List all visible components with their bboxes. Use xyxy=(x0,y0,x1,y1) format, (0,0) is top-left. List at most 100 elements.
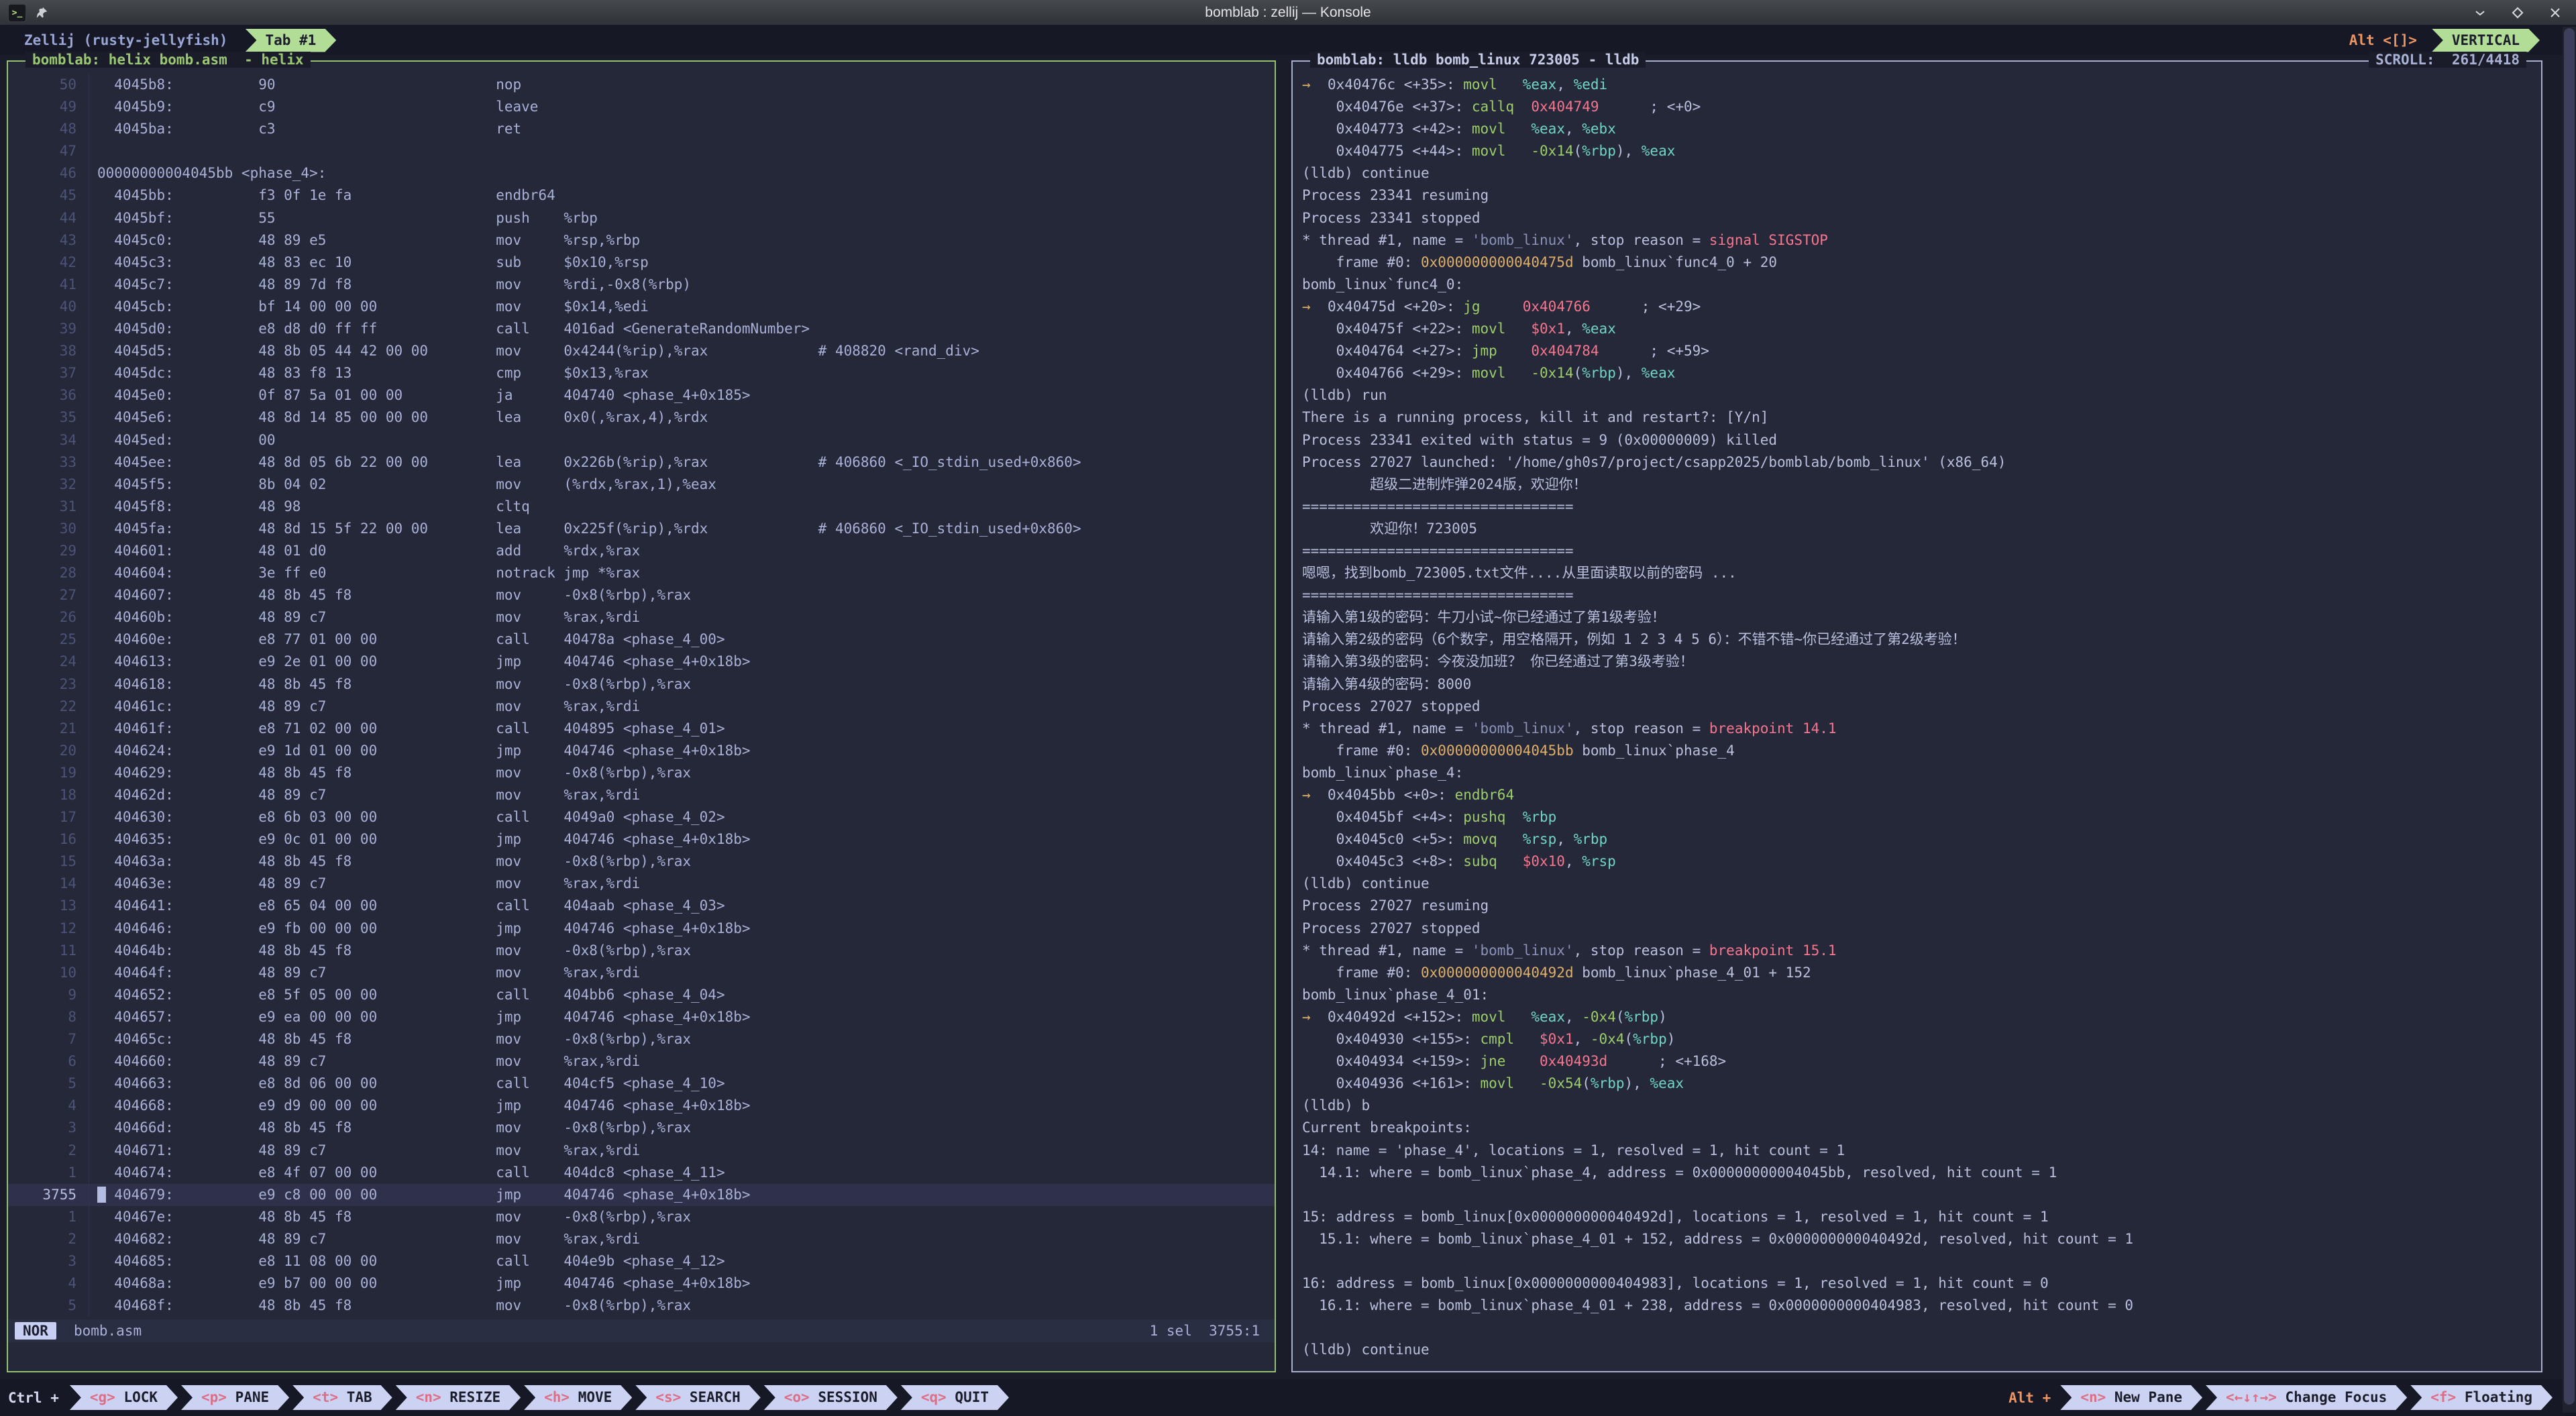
window-titlebar[interactable]: >_ bomblab : zellij — Konsole xyxy=(0,0,2576,25)
asm-line[interactable]: 4 404668: e9 d9 00 00 00 jmp 404746 <pha… xyxy=(8,1095,1275,1117)
keybind-tab[interactable]: <t> TAB xyxy=(292,1385,392,1410)
asm-line[interactable]: 24 404613: e9 2e 01 00 00 jmp 404746 <ph… xyxy=(8,651,1275,673)
close-button[interactable] xyxy=(2546,4,2564,21)
asm-line[interactable]: 30 4045fa: 48 8d 15 5f 22 00 00 lea 0x22… xyxy=(8,518,1275,540)
asm-line[interactable]: 3 40466d: 48 8b 45 f8 mov -0x8(%rbp),%ra… xyxy=(8,1117,1275,1139)
asm-line[interactable]: 22 40461c: 48 89 c7 mov %rax,%rdi xyxy=(8,696,1275,718)
konsole-scrollbar[interactable] xyxy=(2563,27,2576,1413)
asm-line[interactable]: 26 40460b: 48 89 c7 mov %rax,%rdi xyxy=(8,606,1275,629)
asm-line[interactable]: 1 40467e: 48 8b 45 f8 mov -0x8(%rbp),%ra… xyxy=(8,1206,1275,1228)
asm-line[interactable]: 48 4045ba: c3 ret xyxy=(8,118,1275,140)
asm-line[interactable]: 40 4045cb: bf 14 00 00 00 mov $0x14,%edi xyxy=(8,296,1275,318)
editor-buffer[interactable]: 50 4045b8: 90 nop49 4045b9: c9 leave48 4… xyxy=(8,74,1275,1371)
asm-line[interactable]: 28 404604: 3e ff e0 notrack jmp *%rax xyxy=(8,562,1275,584)
asm-line[interactable]: 3 404685: e8 11 08 00 00 call 404e9b <ph… xyxy=(8,1250,1275,1272)
alt-keybind-floating[interactable]: <f> Floating xyxy=(2410,1385,2553,1410)
asm-line[interactable]: 11 40464b: 48 8b 45 f8 mov -0x8(%rbp),%r… xyxy=(8,940,1275,962)
text-cursor xyxy=(97,1187,106,1203)
asm-line[interactable]: 5 40468f: 48 8b 45 f8 mov -0x8(%rbp),%ra… xyxy=(8,1295,1275,1317)
terminal-line: → 0x40492d <+152>: movl %eax, -0x4(%rbp) xyxy=(1302,1006,2541,1028)
helix-pane[interactable]: bomblab: helix bomb.asm - helix 50 4045b… xyxy=(7,60,1276,1372)
asm-text: 40468f: 48 8b 45 f8 mov -0x8(%rbp),%rax xyxy=(89,1295,1275,1317)
asm-line[interactable]: 32 4045f5: 8b 04 02 mov (%rdx,%rax,1),%e… xyxy=(8,474,1275,496)
scrollbar-thumb[interactable] xyxy=(2564,28,2575,1405)
terminal-line: 0x404934 <+159>: jne 0x40493d ; <+168> xyxy=(1302,1050,2541,1073)
asm-text: 4045ee: 48 8d 05 6b 22 00 00 lea 0x226b(… xyxy=(89,451,1275,474)
asm-line[interactable]: 49 4045b9: c9 leave xyxy=(8,96,1275,118)
terminal-output[interactable]: → 0x40476c <+35>: movl %eax, %edi 0x4047… xyxy=(1293,74,2541,1371)
asm-line[interactable]: 5 404663: e8 8d 06 00 00 call 404cf5 <ph… xyxy=(8,1073,1275,1095)
asm-line[interactable]: 3755 404679: e9 c8 00 00 00 jmp 404746 <… xyxy=(8,1184,1275,1206)
asm-line[interactable]: 44 4045bf: 55 push %rbp xyxy=(8,207,1275,229)
terminal-line: Process 27027 stopped xyxy=(1302,918,2541,940)
asm-line[interactable]: 8 404657: e9 ea 00 00 00 jmp 404746 <pha… xyxy=(8,1006,1275,1028)
keybind-key: <p> xyxy=(201,1389,227,1405)
asm-line[interactable]: 12 404646: e9 fb 00 00 00 jmp 404746 <ph… xyxy=(8,918,1275,940)
asm-line[interactable]: 7 40465c: 48 8b 45 f8 mov -0x8(%rbp),%ra… xyxy=(8,1028,1275,1050)
keybind-pane[interactable]: <p> PANE xyxy=(181,1385,289,1410)
asm-line[interactable]: 13 404641: e8 65 04 00 00 call 404aab <p… xyxy=(8,895,1275,917)
keybind-move[interactable]: <h> MOVE xyxy=(524,1385,632,1410)
asm-line[interactable]: 33 4045ee: 48 8d 05 6b 22 00 00 lea 0x22… xyxy=(8,451,1275,474)
terminal-line: 16: address = bomb_linux[0x0000000000404… xyxy=(1302,1272,2541,1295)
line-number: 13 xyxy=(8,895,89,917)
asm-line[interactable]: 35 4045e6: 48 8d 14 85 00 00 00 lea 0x0(… xyxy=(8,406,1275,429)
lldb-pane[interactable]: bomblab: lldb bomb_linux 723005 - lldb S… xyxy=(1291,60,2542,1372)
asm-text: 404657: e9 ea 00 00 00 jmp 404746 <phase… xyxy=(89,1006,1275,1028)
asm-line[interactable]: 37 4045dc: 48 83 f8 13 cmp $0x13,%rax xyxy=(8,362,1275,384)
asm-line[interactable]: 34 4045ed: 00 xyxy=(8,429,1275,451)
asm-line[interactable]: 31 4045f8: 48 98 cltq xyxy=(8,496,1275,518)
asm-line[interactable]: 17 404630: e8 6b 03 00 00 call 4049a0 <p… xyxy=(8,806,1275,828)
asm-line[interactable]: 38 4045d5: 48 8b 05 44 42 00 00 mov 0x42… xyxy=(8,340,1275,362)
asm-line[interactable]: 16 404635: e9 0c 01 00 00 jmp 404746 <ph… xyxy=(8,828,1275,851)
asm-text: 404668: e9 d9 00 00 00 jmp 404746 <phase… xyxy=(89,1095,1275,1117)
maximize-button[interactable] xyxy=(2509,4,2526,21)
asm-line[interactable]: 45 4045bb: f3 0f 1e fa endbr64 xyxy=(8,184,1275,207)
terminal-line: * thread #1, name = 'bomb_linux', stop r… xyxy=(1302,940,2541,962)
asm-line[interactable]: 19 404629: 48 8b 45 f8 mov -0x8(%rbp),%r… xyxy=(8,762,1275,784)
tab-1[interactable]: Tab #1 xyxy=(245,29,336,52)
asm-line[interactable]: 47 xyxy=(8,140,1275,162)
asm-line[interactable]: 10 40464f: 48 89 c7 mov %rax,%rdi xyxy=(8,962,1275,984)
asm-line[interactable]: 42 4045c3: 48 83 ec 10 sub $0x10,%rsp xyxy=(8,252,1275,274)
alt-keybind-new-pane[interactable]: <n> New Pane xyxy=(2060,1385,2202,1410)
keybind-key: <←↓↑→> xyxy=(2226,1389,2277,1405)
asm-line[interactable]: 43 4045c0: 48 89 e5 mov %rsp,%rbp xyxy=(8,229,1275,252)
alt-keybind-change-focus[interactable]: <←↓↑→> Change Focus xyxy=(2206,1385,2407,1410)
keybind-lock[interactable]: <g> LOCK xyxy=(70,1385,178,1410)
asm-line[interactable]: 9 404652: e8 5f 05 00 00 call 404bb6 <ph… xyxy=(8,984,1275,1006)
asm-line[interactable]: 4 40468a: e9 b7 00 00 00 jmp 404746 <pha… xyxy=(8,1272,1275,1295)
keybind-quit[interactable]: <q> QUIT xyxy=(901,1385,1009,1410)
terminal-line: frame #0: 0x000000000040475d bomb_linux`… xyxy=(1302,252,2541,274)
asm-line[interactable]: 6 404660: 48 89 c7 mov %rax,%rdi xyxy=(8,1050,1275,1073)
asm-line[interactable]: 39 4045d0: e8 d8 d0 ff ff call 4016ad <G… xyxy=(8,318,1275,340)
asm-line[interactable]: 36 4045e0: 0f 87 5a 01 00 00 ja 404740 <… xyxy=(8,384,1275,406)
keybind-resize[interactable]: <n> RESIZE xyxy=(396,1385,521,1410)
minimize-button[interactable] xyxy=(2471,4,2489,21)
asm-line[interactable]: 2 404682: 48 89 c7 mov %rax,%rdi xyxy=(8,1228,1275,1250)
asm-line[interactable]: 20 404624: e9 1d 01 00 00 jmp 404746 <ph… xyxy=(8,740,1275,762)
asm-line[interactable]: 18 40462d: 48 89 c7 mov %rax,%rdi xyxy=(8,784,1275,806)
asm-line[interactable]: 41 4045c7: 48 89 7d f8 mov %rdi,-0x8(%rb… xyxy=(8,274,1275,296)
asm-line[interactable]: 50 4045b8: 90 nop xyxy=(8,74,1275,96)
asm-line[interactable]: 1 404674: e8 4f 07 00 00 call 404dc8 <ph… xyxy=(8,1162,1275,1184)
terminal-line xyxy=(1302,1184,2541,1206)
keybind-session[interactable]: <o> SESSION xyxy=(764,1385,898,1410)
keybind-key: <n> xyxy=(2080,1389,2106,1405)
asm-line[interactable]: 15 40463a: 48 8b 45 f8 mov -0x8(%rbp),%r… xyxy=(8,851,1275,873)
asm-text: 404663: e8 8d 06 00 00 call 404cf5 <phas… xyxy=(89,1073,1275,1095)
terminal-line: 15: address = bomb_linux[0x0000000000404… xyxy=(1302,1206,2541,1228)
asm-line[interactable]: 4600000000004045bb <phase_4>: xyxy=(8,162,1275,184)
konsole-app-icon: >_ xyxy=(8,4,26,22)
asm-line[interactable]: 25 40460e: e8 77 01 00 00 call 40478a <p… xyxy=(8,629,1275,651)
terminal-line: Process 23341 resuming xyxy=(1302,184,2541,207)
asm-line[interactable]: 21 40461f: e8 71 02 00 00 call 404895 <p… xyxy=(8,718,1275,740)
asm-line[interactable]: 23 404618: 48 8b 45 f8 mov -0x8(%rbp),%r… xyxy=(8,673,1275,696)
asm-text: 40466d: 48 8b 45 f8 mov -0x8(%rbp),%rax xyxy=(89,1117,1275,1139)
asm-text: 4045cb: bf 14 00 00 00 mov $0x14,%edi xyxy=(89,296,1275,318)
asm-line[interactable]: 27 404607: 48 8b 45 f8 mov -0x8(%rbp),%r… xyxy=(8,584,1275,606)
asm-line[interactable]: 2 404671: 48 89 c7 mov %rax,%rdi xyxy=(8,1140,1275,1162)
asm-line[interactable]: 14 40463e: 48 89 c7 mov %rax,%rdi xyxy=(8,873,1275,895)
asm-line[interactable]: 29 404601: 48 01 d0 add %rdx,%rax xyxy=(8,540,1275,562)
keybind-search[interactable]: <s> SEARCH xyxy=(635,1385,760,1410)
